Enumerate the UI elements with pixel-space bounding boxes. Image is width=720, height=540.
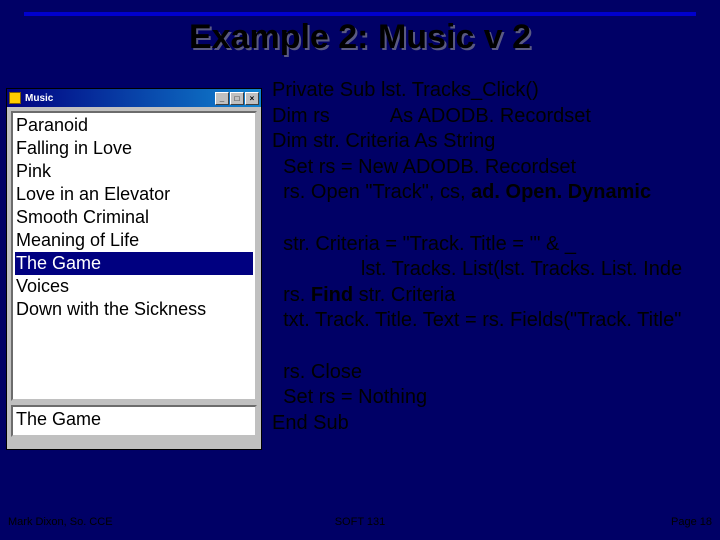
minimize-button[interactable]: _: [215, 92, 229, 105]
content-row: Music _ □ × ParanoidFalling in LovePinkL…: [6, 78, 720, 500]
footer-course: SOFT 131: [0, 516, 720, 528]
slide-title: Example 2: Music v 2: [0, 18, 720, 57]
app-icon: [9, 92, 21, 104]
track-title-textbox[interactable]: The Game: [11, 405, 257, 437]
list-item[interactable]: Paranoid: [15, 114, 253, 137]
list-item[interactable]: The Game: [15, 252, 253, 275]
footer-page: Page 18: [671, 516, 712, 528]
list-item[interactable]: Down with the Sickness: [15, 298, 253, 321]
tracks-listbox[interactable]: ParanoidFalling in LovePinkLove in an El…: [11, 111, 257, 401]
titlebar[interactable]: Music _ □ ×: [7, 89, 261, 107]
window-caption: Music: [25, 93, 53, 104]
list-item[interactable]: Meaning of Life: [15, 229, 253, 252]
list-item[interactable]: Smooth Criminal: [15, 206, 253, 229]
music-window: Music _ □ × ParanoidFalling in LovePinkL…: [6, 88, 262, 450]
list-item[interactable]: Falling in Love: [15, 137, 253, 160]
code-block: Private Sub lst. Tracks_Click() Dim rs A…: [262, 78, 720, 500]
list-item[interactable]: Love in an Elevator: [15, 183, 253, 206]
top-rule: [24, 12, 696, 16]
close-button[interactable]: ×: [245, 92, 259, 105]
maximize-button[interactable]: □: [230, 92, 244, 105]
list-item[interactable]: Pink: [15, 160, 253, 183]
list-item[interactable]: Voices: [15, 275, 253, 298]
